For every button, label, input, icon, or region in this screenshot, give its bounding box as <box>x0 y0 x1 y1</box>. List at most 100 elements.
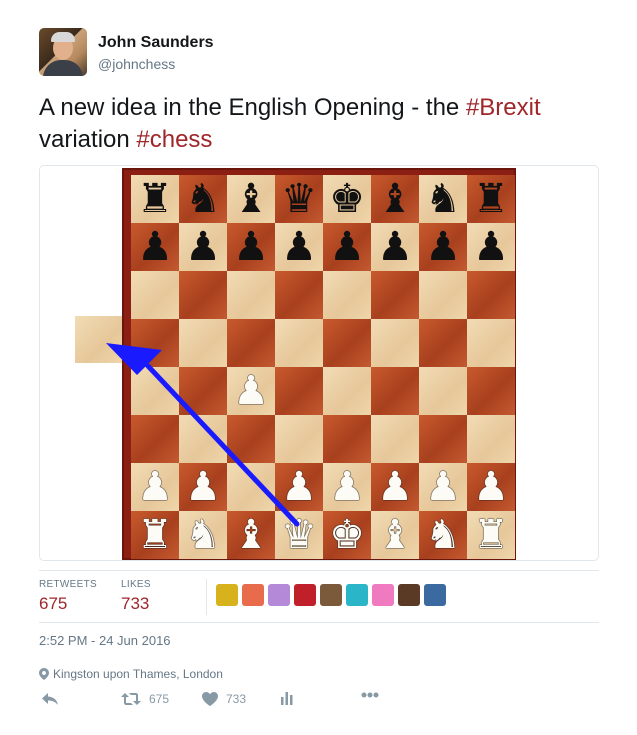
board-square <box>419 271 467 319</box>
liker-avatar[interactable] <box>242 584 264 606</box>
liker-avatar[interactable] <box>216 584 238 606</box>
board-square: ♞ <box>419 511 467 559</box>
avatar-shirt <box>43 60 83 76</box>
board-square: ♝ <box>371 175 419 223</box>
white-pawn-icon: ♟ <box>377 464 413 510</box>
retweet-button[interactable]: 675 <box>121 692 169 706</box>
board-square <box>419 319 467 367</box>
white-knight-icon: ♞ <box>425 512 461 558</box>
more-button[interactable] <box>361 692 379 698</box>
like-button[interactable]: 733 <box>202 692 246 706</box>
board-square <box>419 415 467 463</box>
liker-avatar[interactable] <box>398 584 420 606</box>
black-pawn-icon: ♟ <box>281 224 317 270</box>
board-square <box>131 415 179 463</box>
tweet-text-segment: A new idea in the English Opening - the <box>39 94 466 121</box>
liker-avatar[interactable] <box>372 584 394 606</box>
board-square: ♛ <box>275 511 323 559</box>
white-pawn-icon: ♟ <box>185 464 221 510</box>
board-square: ♜ <box>467 511 515 559</box>
avatar[interactable] <box>39 28 87 76</box>
hashtag-link[interactable]: #Brexit <box>466 94 541 121</box>
board-square <box>179 415 227 463</box>
reply-icon <box>42 693 58 705</box>
board-square <box>275 319 323 367</box>
tweet-text: A new idea in the English Opening - the … <box>39 92 609 156</box>
retweet-icon <box>121 693 141 705</box>
liker-avatar[interactable] <box>346 584 368 606</box>
board-square <box>371 319 419 367</box>
board-square <box>467 319 515 367</box>
black-pawn-icon: ♟ <box>473 224 509 270</box>
black-knight-icon: ♞ <box>425 176 461 222</box>
board-square <box>275 271 323 319</box>
board-square: ♟ <box>275 223 323 271</box>
white-king-icon: ♚ <box>329 512 365 558</box>
black-pawn-icon: ♟ <box>377 224 413 270</box>
board-square: ♟ <box>323 463 371 511</box>
board-square: ♞ <box>179 511 227 559</box>
stats-separator <box>206 579 207 615</box>
retweets-stat[interactable]: RETWEETS 675 <box>39 579 97 614</box>
reply-button[interactable] <box>41 692 59 706</box>
tweet-timestamp[interactable]: 2:52 PM - 24 Jun 2016 <box>39 633 171 648</box>
board-square <box>275 367 323 415</box>
location-pin-icon <box>39 668 49 680</box>
divider-middle <box>39 622 599 623</box>
black-pawn-icon: ♟ <box>185 224 221 270</box>
white-pawn-icon: ♟ <box>473 464 509 510</box>
board-square <box>131 319 179 367</box>
tweet-text-segment: variation <box>39 126 137 153</box>
board-square <box>179 271 227 319</box>
liker-avatar[interactable] <box>320 584 342 606</box>
board-square: ♟ <box>227 367 275 415</box>
divider-top <box>39 570 599 571</box>
white-pawn-icon: ♟ <box>233 368 269 414</box>
black-pawn-icon: ♟ <box>137 224 173 270</box>
black-rook-icon: ♜ <box>473 176 509 222</box>
white-pawn-icon: ♟ <box>137 464 173 510</box>
liker-avatar[interactable] <box>294 584 316 606</box>
board-square <box>371 367 419 415</box>
tweet-header: John Saunders @johnchess <box>39 28 599 78</box>
white-pawn-icon: ♟ <box>425 464 461 510</box>
liker-avatars <box>216 584 446 606</box>
author-handle[interactable]: @johnchess <box>98 56 175 72</box>
board-square: ♜ <box>467 175 515 223</box>
white-queen-icon: ♛ <box>281 512 317 558</box>
board-square: ♚ <box>323 175 371 223</box>
likes-label: LIKES <box>121 579 151 590</box>
board-square: ♟ <box>131 463 179 511</box>
hashtag-link[interactable]: #chess <box>136 126 212 153</box>
board-square: ♟ <box>275 463 323 511</box>
black-rook-icon: ♜ <box>137 176 173 222</box>
likes-stat[interactable]: LIKES 733 <box>121 579 151 614</box>
analytics-icon <box>281 692 293 705</box>
retweet-count: 675 <box>149 692 170 706</box>
board-square: ♟ <box>131 223 179 271</box>
board-square: ♜ <box>131 511 179 559</box>
tweet-location[interactable]: Kingston upon Thames, London <box>39 667 223 681</box>
board-square: ♟ <box>227 223 275 271</box>
board-square: ♝ <box>227 511 275 559</box>
black-pawn-icon: ♟ <box>329 224 365 270</box>
tweet-media[interactable]: ♜ ♞ ♝ ♛ ♚ ♝ ♞ ♜ ♟ ♟ ♟ ♟ ♟ ♟ ♟ ♟ ♟ ♟ ♟ ♟ ♟ ♟ ♟ ♟ ♜ ♞ ♝ ♛ ♚ ♝ ♞ ♜ <box>39 165 599 561</box>
liker-avatar[interactable] <box>268 584 290 606</box>
board-square <box>371 415 419 463</box>
analytics-button[interactable] <box>281 692 293 705</box>
board-square <box>227 271 275 319</box>
board-square: ♜ <box>131 175 179 223</box>
black-pawn-icon: ♟ <box>425 224 461 270</box>
board-square: ♛ <box>275 175 323 223</box>
board-square <box>467 367 515 415</box>
board-square <box>227 463 275 511</box>
board-square <box>323 415 371 463</box>
board-square: ♟ <box>371 223 419 271</box>
board-square <box>467 271 515 319</box>
avatar-hair <box>51 32 75 42</box>
board-square <box>179 319 227 367</box>
board-square: ♞ <box>419 175 467 223</box>
liker-avatar[interactable] <box>424 584 446 606</box>
board-square: ♚ <box>323 511 371 559</box>
author-name[interactable]: John Saunders <box>98 34 214 52</box>
